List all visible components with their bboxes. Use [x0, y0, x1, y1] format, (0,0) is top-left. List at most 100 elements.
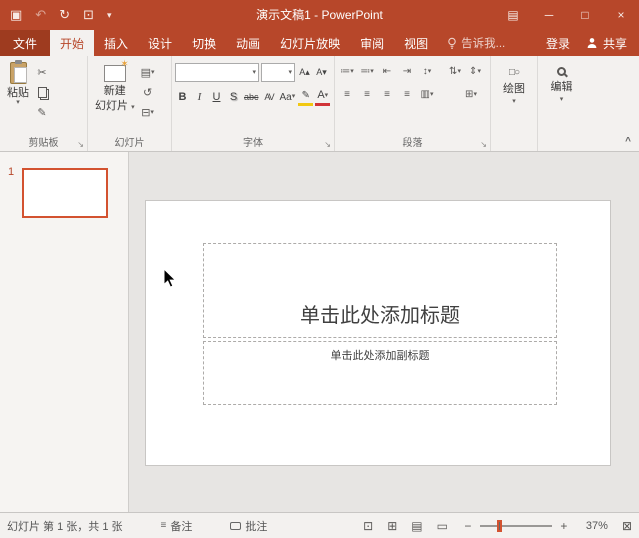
align-center-icon[interactable]: ≡	[358, 86, 376, 103]
editing-button[interactable]: 编辑 ▾	[541, 59, 582, 135]
align-text-icon[interactable]: ⇕ ▾	[466, 63, 484, 80]
slide-canvas: 单击此处添加标题 单击此处添加副标题	[129, 152, 639, 512]
change-case-button[interactable]: Aa ▾	[279, 88, 297, 106]
tab-home[interactable]: 开始	[50, 30, 95, 56]
tab-design[interactable]: 设计	[138, 30, 182, 56]
zoom-level[interactable]: 37%	[576, 520, 608, 532]
bullets-icon[interactable]: ≔ ▾	[338, 63, 356, 80]
title-placeholder[interactable]: 单击此处添加标题	[203, 243, 557, 338]
numbering-icon[interactable]: ≕ ▾	[358, 63, 376, 80]
minimize-button[interactable]: ─	[531, 0, 567, 30]
zoom-controls: − + 37% ⊠	[462, 519, 632, 533]
text-direction-icon[interactable]: ⇅ ▾	[446, 63, 464, 80]
collapse-ribbon-icon[interactable]: ^	[625, 136, 631, 147]
align-right-icon[interactable]: ≡	[378, 86, 396, 103]
slideshow-view-icon[interactable]: ▭	[437, 519, 448, 533]
paragraph-group-label: 段落	[402, 138, 423, 149]
layout-icon[interactable]: ▤ ▾	[139, 64, 157, 81]
start-slideshow-icon[interactable]: ⊡	[83, 7, 94, 23]
tell-me-label: 告诉我...	[461, 38, 506, 50]
new-slide-button[interactable]: 新建 幻灯片 ▾	[91, 59, 139, 135]
tab-insert[interactable]: 插入	[94, 30, 138, 56]
tab-view[interactable]: 视图	[394, 30, 438, 56]
undo-icon[interactable]: ↶	[35, 7, 46, 23]
drawing-button[interactable]: □○ 绘图 ▾	[494, 59, 534, 135]
strikethrough-button[interactable]: abc	[243, 88, 260, 106]
decrease-indent-icon[interactable]: ⇤	[378, 63, 396, 80]
font-color-icon[interactable]: A ▾	[315, 88, 331, 106]
italic-button[interactable]: I	[192, 88, 207, 106]
titlebar: ▣ ↶ ↻ ⊡ ▾ 演示文稿1 - PowerPoint ▤ ─ □ ×	[0, 0, 639, 30]
ribbon-display-options-icon[interactable]: ▤	[495, 0, 531, 30]
character-spacing-button[interactable]: AV	[262, 88, 277, 106]
tell-me-box[interactable]: 告诉我...	[438, 30, 514, 56]
columns-icon[interactable]: ▥ ▾	[418, 86, 436, 103]
highlight-color-icon[interactable]: ✎	[298, 88, 314, 106]
customize-qat-icon[interactable]: ▾	[107, 10, 112, 21]
font-dialog-launcher-icon[interactable]: ↘	[324, 140, 331, 149]
section-icon[interactable]: ⊟ ▾	[139, 104, 157, 121]
increase-indent-icon[interactable]: ⇥	[398, 63, 416, 80]
paste-button[interactable]: 粘贴 ▾	[3, 59, 33, 135]
bold-button[interactable]: B	[175, 88, 190, 106]
clipboard-group-label: 剪贴板	[28, 138, 59, 149]
share-button[interactable]: 共享	[580, 30, 639, 56]
paste-icon	[9, 60, 27, 84]
chevron-down-icon: ▾	[131, 104, 135, 111]
align-left-icon[interactable]: ≡	[338, 86, 356, 103]
chevron-down-icon: ▾	[16, 99, 20, 106]
save-icon[interactable]: ▣	[10, 7, 22, 23]
shrink-font-icon[interactable]: A▾	[314, 64, 329, 82]
comments-button[interactable]: 批注	[230, 518, 267, 534]
new-slide-label-2: 幻灯片 ▾	[95, 100, 135, 112]
zoom-slider-thumb[interactable]	[497, 519, 503, 532]
grow-font-icon[interactable]: A▴	[297, 64, 312, 82]
cut-icon[interactable]: ✂	[33, 64, 51, 81]
paste-label: 粘贴	[7, 87, 29, 99]
editing-label: 编辑	[550, 81, 573, 93]
mouse-cursor	[163, 268, 177, 288]
tab-transitions[interactable]: 切换	[182, 30, 226, 56]
smartart-icon[interactable]: ⊞ ▾	[462, 86, 480, 103]
slide-sorter-view-icon[interactable]: ⊞	[387, 519, 397, 533]
zoom-in-button[interactable]: +	[558, 519, 570, 533]
slide-thumbnail[interactable]	[22, 168, 108, 218]
justify-icon[interactable]: ≡	[398, 86, 416, 103]
redo-icon[interactable]: ↻	[59, 7, 70, 23]
format-painter-icon[interactable]: ✎	[33, 104, 51, 121]
chevron-down-icon: ▾	[512, 98, 516, 105]
font-size-combobox[interactable]: ▾	[261, 63, 295, 82]
zoom-slider[interactable]	[479, 519, 552, 532]
underline-button[interactable]: U	[209, 88, 224, 106]
tab-slideshow[interactable]: 幻灯片放映	[270, 30, 350, 56]
reading-view-icon[interactable]: ▤	[411, 519, 422, 533]
ribbon: 粘贴 ▾ ✂ ✎ 剪贴板 ↘ 新建 幻灯片 ▾ ▤▾ ↺ ⊟▾ 幻灯片	[0, 56, 639, 152]
subtitle-placeholder[interactable]: 单击此处添加副标题	[203, 341, 557, 405]
tab-animations[interactable]: 动画	[226, 30, 270, 56]
fit-slide-to-window-icon[interactable]: ⊠	[622, 519, 632, 533]
ribbon-tab-row: 文件 开始 插入 设计 切换 动画 幻灯片放映 审阅 视图 告诉我... 登录 …	[0, 30, 639, 56]
font-name-combobox[interactable]: ▾	[175, 63, 259, 82]
normal-view-icon[interactable]: ⊡	[363, 519, 373, 533]
close-button[interactable]: ×	[603, 0, 639, 30]
editing-group: 编辑 ▾	[538, 56, 585, 151]
maximize-button[interactable]: □	[567, 0, 603, 30]
copy-icon[interactable]	[33, 84, 51, 101]
tab-review[interactable]: 审阅	[350, 30, 394, 56]
slide[interactable]: 单击此处添加标题 单击此处添加副标题	[145, 200, 611, 466]
slides-group: 新建 幻灯片 ▾ ▤▾ ↺ ⊟▾ 幻灯片	[88, 56, 172, 151]
slide-count-status: 幻灯片 第 1 张，共 1 张	[7, 520, 123, 533]
share-label: 共享	[602, 36, 627, 51]
sign-in-button[interactable]: 登录	[536, 30, 580, 56]
slides-group-label: 幻灯片	[114, 138, 145, 149]
tab-file[interactable]: 文件	[0, 30, 51, 56]
zoom-out-button[interactable]: −	[462, 519, 474, 533]
clipboard-dialog-launcher-icon[interactable]: ↘	[77, 140, 84, 149]
line-spacing-icon[interactable]: ↕ ▾	[418, 63, 436, 80]
new-slide-icon	[103, 59, 129, 82]
text-shadow-button[interactable]: S	[226, 88, 241, 106]
lightbulb-icon	[448, 37, 456, 49]
paragraph-dialog-launcher-icon[interactable]: ↘	[480, 140, 487, 149]
notes-button[interactable]: ≡ 备注	[161, 518, 193, 534]
reset-icon[interactable]: ↺	[139, 84, 157, 101]
